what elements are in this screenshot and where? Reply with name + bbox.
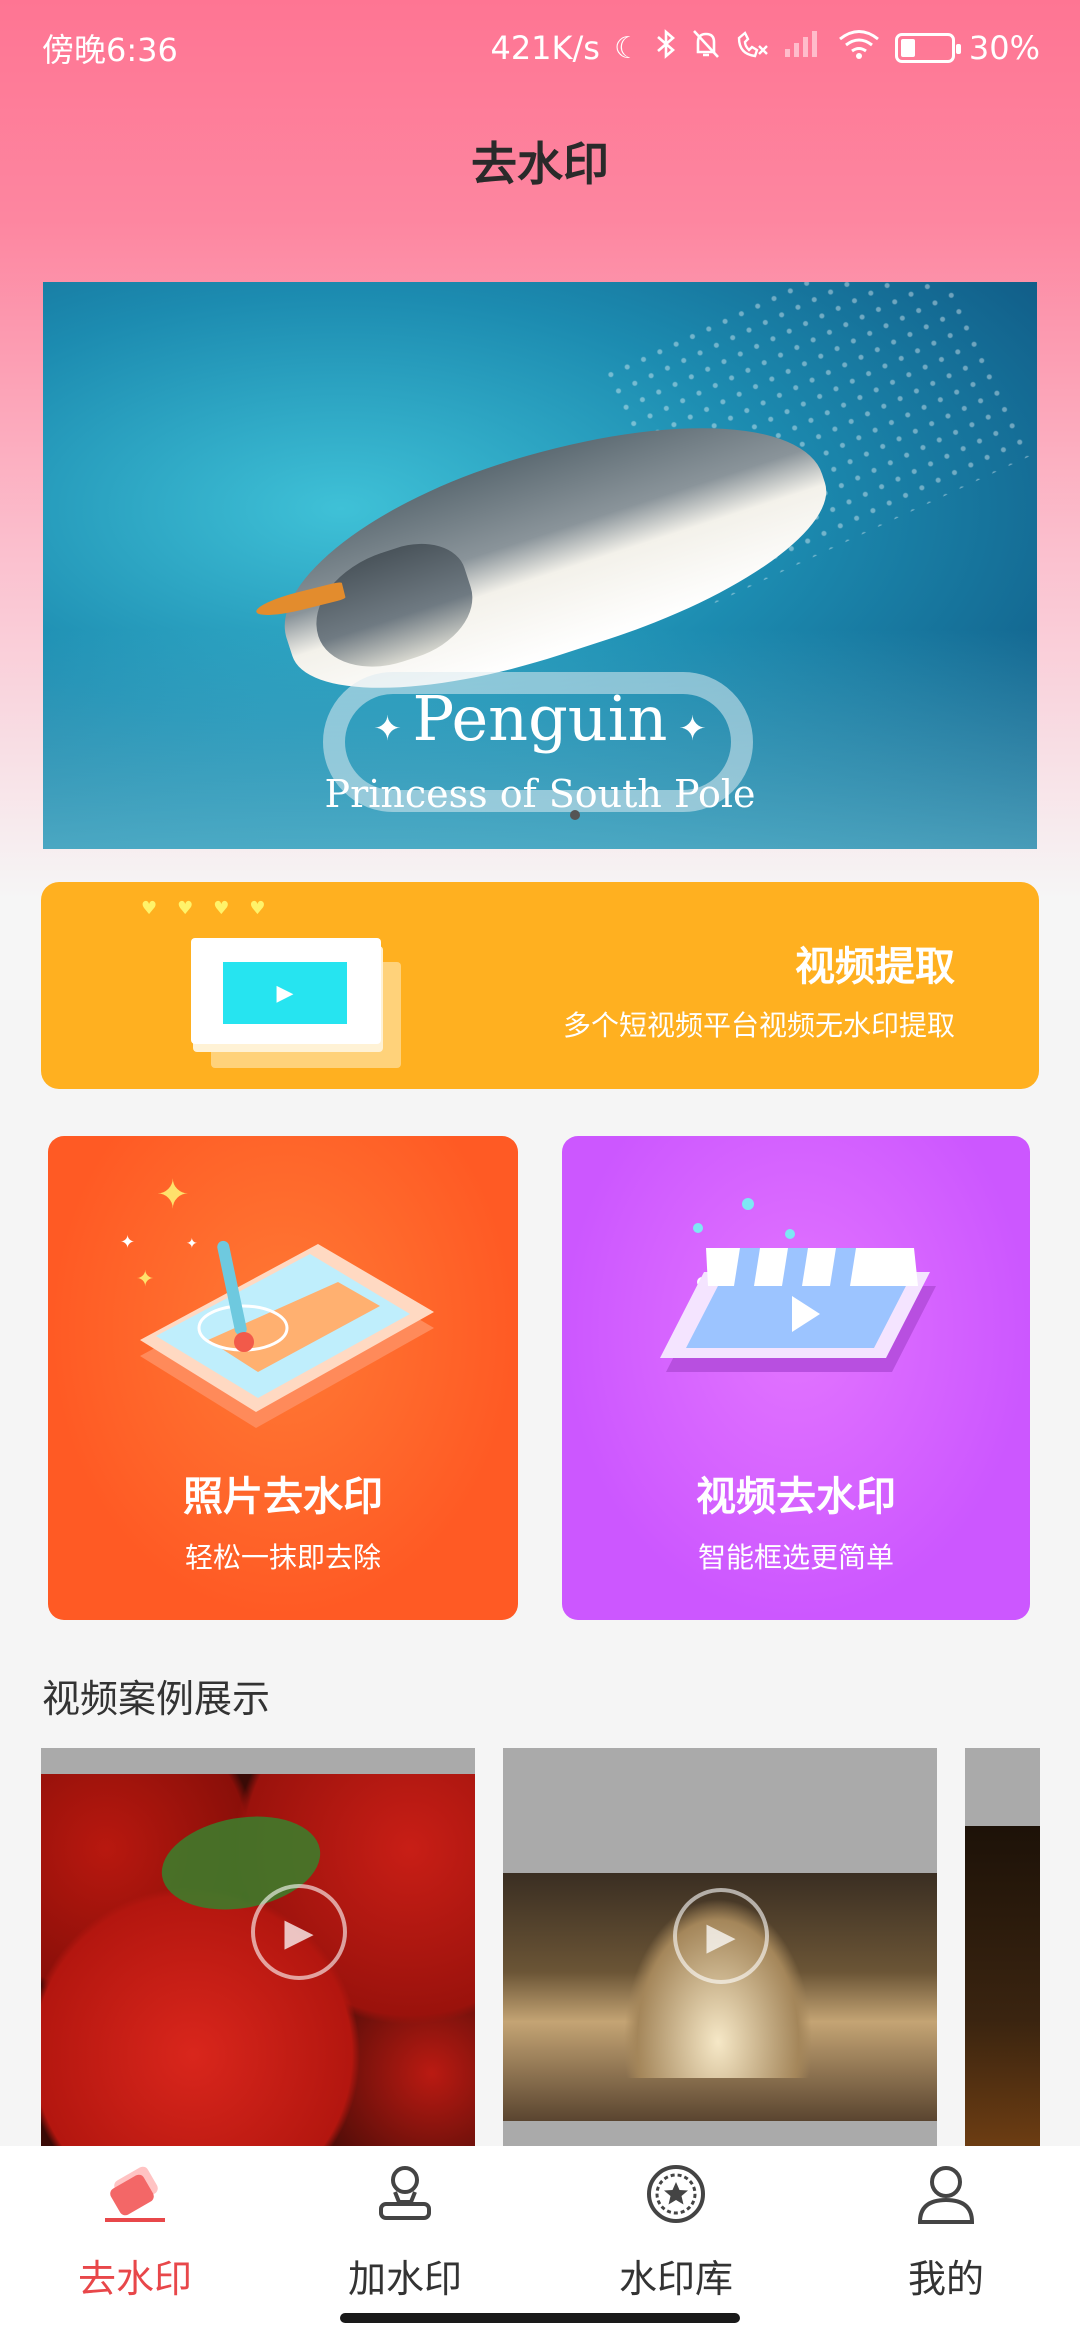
stamp-icon	[373, 2162, 437, 2226]
photo-removal-title: 照片去水印	[183, 1474, 383, 1520]
eraser-icon	[103, 2162, 167, 2226]
nav-label: 水印库	[618, 2257, 733, 2301]
bluetooth-icon	[655, 28, 677, 68]
nav-label: 我的	[907, 2257, 984, 2301]
video-clapper-illustration	[660, 1198, 936, 1372]
star-badge-icon	[644, 2162, 708, 2226]
banner-title: ✦ Penguin ✦	[43, 682, 1037, 755]
play-icon[interactable]: ▶	[673, 1888, 769, 1984]
photo-eraser-illustration: ✦ ✦ ✦ ✦	[120, 1172, 434, 1428]
nav-remove-watermark[interactable]: 去水印	[35, 2162, 235, 2303]
status-icons: 421K/s ☾ 30%	[490, 28, 1040, 68]
video-case-item[interactable]: ▶	[503, 1748, 937, 2148]
status-time: 傍晚6:36	[42, 31, 178, 69]
video-extract-illustration: ♥♥♥♥ ▶	[141, 898, 401, 1068]
user-icon	[914, 2162, 978, 2226]
nav-label: 去水印	[77, 2257, 192, 2301]
play-icon[interactable]: ▶	[251, 1884, 347, 1980]
sparkle-icon: ✦	[667, 709, 707, 749]
battery-percent: 30%	[968, 29, 1040, 67]
signal-icon	[783, 29, 823, 67]
video-case-item[interactable]	[965, 1748, 1040, 2148]
status-bar: 傍晚6:36 421K/s ☾ 30%	[0, 0, 1080, 96]
nav-label: 加水印	[347, 2257, 462, 2301]
nav-watermark-library[interactable]: 水印库	[576, 2162, 776, 2303]
video-extract-title: 视频提取	[795, 944, 955, 990]
video-case-item[interactable]: ▶	[41, 1748, 475, 2148]
nav-add-watermark[interactable]: 加水印	[305, 2162, 505, 2303]
moon-icon: ☾	[613, 30, 641, 66]
missed-call-icon	[735, 28, 769, 68]
photo-watermark-removal-card[interactable]: ✦ ✦ ✦ ✦ 照片去水印 轻松一抹即去除	[48, 1136, 518, 1620]
video-extract-card[interactable]: ♥♥♥♥ ▶ 视频提取 多个短视频平台视频无水印提取	[41, 882, 1039, 1089]
sparkle-icon: ✦	[373, 709, 413, 749]
nav-mine[interactable]: 我的	[846, 2162, 1046, 2303]
bottom-navigation: 去水印 加水印 水印库 我的	[0, 2146, 1080, 2340]
sparkle-icon: ✦	[186, 1236, 198, 1252]
sparkle-icon: ✦	[156, 1172, 190, 1218]
battery-icon	[894, 33, 961, 63]
video-removal-title: 视频去水印	[696, 1474, 896, 1520]
dark-thumbnail	[965, 1826, 1040, 2148]
wifi-icon	[837, 28, 881, 68]
video-removal-subtitle: 智能框选更简单	[697, 1541, 894, 1574]
mute-bell-icon	[691, 28, 721, 68]
page-title: 去水印	[471, 137, 609, 191]
video-cases-title: 视频案例展示	[42, 1677, 271, 1721]
video-extract-description: 多个短视频平台视频无水印提取	[562, 1009, 955, 1042]
video-watermark-removal-card[interactable]: 视频去水印 智能框选更简单	[562, 1136, 1030, 1620]
photo-removal-subtitle: 轻松一抹即去除	[184, 1541, 381, 1574]
banner-title-text: Penguin	[412, 682, 668, 755]
banner-carousel[interactable]: ✦ Penguin ✦ Princess of South Pole	[43, 282, 1037, 849]
play-icon: ▶	[276, 980, 294, 1006]
banner-subtitle: Princess of South Pole	[324, 772, 756, 816]
heart-icon: ♥♥♥♥	[141, 898, 286, 919]
carousel-indicator[interactable]	[570, 810, 580, 820]
sparkle-icon: ✦	[136, 1267, 154, 1292]
network-speed: 421K/s	[490, 29, 600, 67]
home-indicator[interactable]	[340, 2313, 740, 2323]
play-screen-icon: ▶	[223, 962, 347, 1024]
sparkle-icon: ✦	[120, 1232, 135, 1253]
